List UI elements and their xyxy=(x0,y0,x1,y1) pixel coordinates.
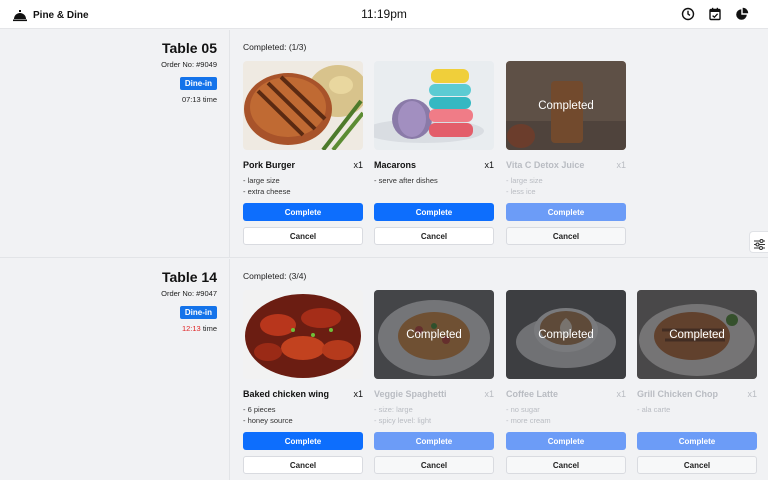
cancel-button[interactable]: Cancel xyxy=(637,456,757,474)
calendar-check-icon[interactable] xyxy=(708,7,722,21)
completed-overlay: Completed xyxy=(637,290,757,379)
item-qty: x1 xyxy=(616,389,626,399)
elapsed-time: 12:13 time xyxy=(182,324,217,333)
time-value: 07:13 xyxy=(181,95,201,104)
dine-in-badge: Dine-in xyxy=(179,77,217,90)
completed-overlay: Completed xyxy=(374,290,494,379)
item-note: - more cream xyxy=(506,416,551,425)
dish-image xyxy=(243,61,363,150)
complete-button[interactable]: Complete xyxy=(243,203,363,221)
item-note: - size: large xyxy=(374,405,413,414)
elapsed-time: 07:13 time xyxy=(182,95,217,104)
dish-image: Completed xyxy=(506,290,626,379)
sliders-icon xyxy=(753,237,765,250)
dish-image xyxy=(243,290,363,379)
order-info: Table 05 Order No: #9049 Dine-in 07:13 t… xyxy=(0,30,230,257)
item-qty: x1 xyxy=(484,160,494,170)
item-note: - 6 pieces xyxy=(243,405,276,414)
dish-image: Completed xyxy=(506,61,626,150)
completed-overlay: Completed xyxy=(506,61,626,150)
dish-image: Completed xyxy=(374,290,494,379)
item-name: Vita C Detox Juice xyxy=(506,160,585,170)
item-note: - ala carte xyxy=(637,405,671,414)
completed-count: Completed: (3/4) xyxy=(243,271,307,281)
complete-button[interactable]: Complete xyxy=(506,203,626,221)
pie-chart-icon[interactable] xyxy=(735,7,749,21)
item-name: Grill Chicken Chop xyxy=(637,389,719,399)
time-value: 12:13 xyxy=(181,324,201,333)
item-qty: x1 xyxy=(353,389,363,399)
item-qty: x1 xyxy=(747,389,757,399)
cancel-button[interactable]: Cancel xyxy=(243,227,363,245)
item-note: - spicy level: light xyxy=(374,416,432,425)
order-number: Order No: #9047 xyxy=(161,289,217,298)
completed-count: Completed: (1/3) xyxy=(243,42,307,52)
item-note: - large size xyxy=(243,176,280,185)
cancel-button[interactable]: Cancel xyxy=(243,456,363,474)
order-section-table-05: Table 05 Order No: #9049 Dine-in 07:13 t… xyxy=(0,30,768,258)
order-item-card: Baked chicken wing x1 - 6 pieces - honey s… xyxy=(243,290,363,474)
item-name: Coffee Latte xyxy=(506,389,559,399)
dish-image: Completed xyxy=(637,290,757,379)
item-note: - serve after dishes xyxy=(374,176,438,185)
complete-button[interactable]: Complete xyxy=(506,432,626,450)
dish-image xyxy=(374,61,494,150)
complete-button[interactable]: Complete xyxy=(637,432,757,450)
clock: 11:19pm xyxy=(361,7,407,21)
cancel-button[interactable]: Cancel xyxy=(374,227,494,245)
order-item-card: Completed Coffee Latte x1 - no sugar - mor… xyxy=(506,290,626,474)
complete-button[interactable]: Complete xyxy=(374,203,494,221)
order-number: Order No: #9049 xyxy=(161,60,217,69)
order-item-card: Completed Vita C Detox Juice x1 - large s… xyxy=(506,61,626,245)
item-name: Pork Burger xyxy=(243,160,296,170)
completed-overlay: Completed xyxy=(506,290,626,379)
item-note: - extra cheese xyxy=(243,187,291,196)
item-note: - no sugar xyxy=(506,405,540,414)
item-qty: x1 xyxy=(616,160,626,170)
item-note: - less ice xyxy=(506,187,536,196)
item-name: Macarons xyxy=(374,160,417,170)
item-name: Veggie Spaghetti xyxy=(374,389,447,399)
order-item-card: Pork Burger x1 - large size - extra cheese… xyxy=(243,61,363,245)
top-bar: Pine & Dine 11:19pm xyxy=(0,0,768,29)
clock-icon[interactable] xyxy=(681,7,695,21)
time-suffix: time xyxy=(202,95,217,104)
cancel-button[interactable]: Cancel xyxy=(374,456,494,474)
cancel-button[interactable]: Cancel xyxy=(506,227,626,245)
order-section-table-14: Table 14 Order No: #9047 Dine-in 12:13 t… xyxy=(0,259,768,480)
order-item-card: Completed Grill Chicken Chop x1 - ala car… xyxy=(637,290,757,474)
dine-in-badge: Dine-in xyxy=(179,306,217,319)
cancel-button[interactable]: Cancel xyxy=(506,456,626,474)
order-item-card: Completed Veggie Spaghetti x1 - size: lar… xyxy=(374,290,494,474)
filter-settings-button[interactable] xyxy=(749,231,768,253)
item-name: Baked chicken wing xyxy=(243,389,330,399)
item-note: - honey source xyxy=(243,416,293,425)
complete-button[interactable]: Complete xyxy=(374,432,494,450)
item-note: - large size xyxy=(506,176,543,185)
table-name: Table 14 xyxy=(162,269,217,285)
item-qty: x1 xyxy=(353,160,363,170)
order-item-card: Macarons x1 - serve after dishes Complete… xyxy=(374,61,494,245)
order-info: Table 14 Order No: #9047 Dine-in 12:13 t… xyxy=(0,259,230,480)
table-name: Table 05 xyxy=(162,40,217,56)
item-qty: x1 xyxy=(484,389,494,399)
time-suffix: time xyxy=(202,324,217,333)
complete-button[interactable]: Complete xyxy=(243,432,363,450)
